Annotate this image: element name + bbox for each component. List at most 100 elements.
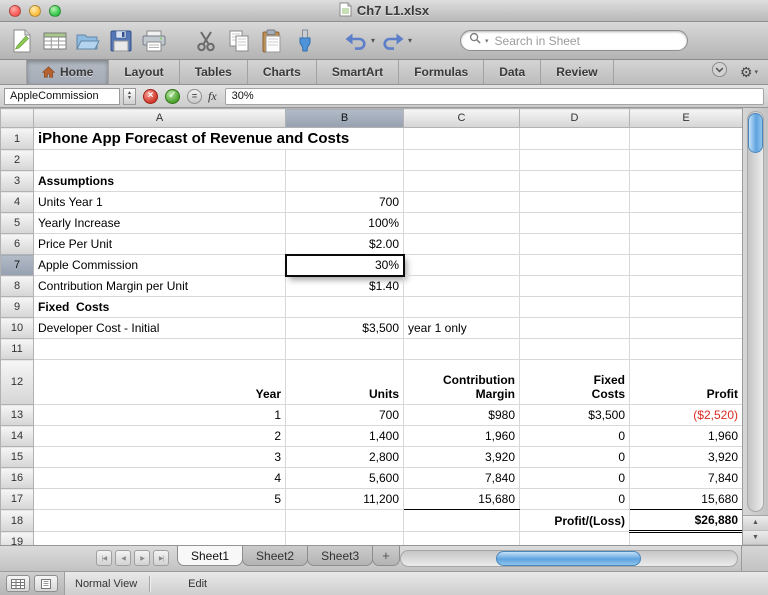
cell-B4[interactable]: 700 — [285, 191, 404, 213]
cell-E10[interactable] — [629, 317, 742, 339]
cell-C14[interactable]: 1,960 — [403, 425, 520, 447]
row-header-3[interactable]: 3 — [0, 170, 34, 192]
cell-D5[interactable] — [519, 212, 630, 234]
cell-D17[interactable]: 0 — [519, 488, 630, 510]
tab-data[interactable]: Data — [484, 60, 542, 84]
cell-D9[interactable] — [519, 296, 630, 318]
cell-D3[interactable] — [519, 170, 630, 192]
cell-E1[interactable] — [629, 127, 742, 150]
cell-B9[interactable] — [285, 296, 404, 318]
cell-A9[interactable]: Fixed Costs — [33, 296, 286, 318]
print-icon[interactable] — [140, 26, 168, 56]
normal-view-button[interactable] — [6, 575, 30, 592]
row-header-12[interactable]: 12 — [0, 359, 34, 405]
cell-B11[interactable] — [285, 338, 404, 360]
cell-A12[interactable]: Year — [33, 359, 286, 405]
add-sheet-button[interactable]: + — [372, 546, 400, 566]
row-header-16[interactable]: 16 — [0, 467, 34, 489]
scroll-up-icon[interactable]: ▲ — [743, 516, 768, 531]
prev-sheet-icon[interactable]: ◀ — [115, 550, 131, 566]
row-header-6[interactable]: 6 — [0, 233, 34, 255]
cell-D14[interactable]: 0 — [519, 425, 630, 447]
cell-B8[interactable]: $1.40 — [285, 275, 404, 297]
tab-layout[interactable]: Layout — [109, 60, 180, 84]
cell-A17[interactable]: 5 — [33, 488, 286, 510]
cell-E14[interactable]: 1,960 — [629, 425, 742, 447]
cell-E18[interactable]: $26,880 — [629, 509, 742, 533]
ribbon-collapse-icon[interactable] — [711, 61, 728, 83]
cell-D19[interactable] — [519, 531, 630, 545]
cell-A1[interactable]: iPhone App Forecast of Revenue and Costs — [33, 127, 349, 150]
cell-D18[interactable]: Profit/(Loss) — [519, 509, 630, 532]
select-all-corner[interactable] — [0, 108, 34, 128]
cell-B18[interactable] — [285, 509, 404, 532]
cell-C3[interactable] — [403, 170, 520, 192]
stepper-down-icon[interactable]: ▼ — [127, 96, 132, 101]
cell-B17[interactable]: 11,200 — [285, 488, 404, 510]
insert-function-icon[interactable]: = — [187, 88, 202, 104]
cell-A4[interactable]: Units Year 1 — [33, 191, 286, 213]
redo-dropdown-icon[interactable]: ▾ — [408, 36, 412, 45]
cell-C5[interactable] — [403, 212, 520, 234]
cell-B12[interactable]: Units — [285, 359, 404, 405]
tab-tables[interactable]: Tables — [180, 60, 248, 84]
cell-A13[interactable]: 1 — [33, 404, 286, 426]
tab-formulas[interactable]: Formulas — [399, 60, 485, 84]
row-header-5[interactable]: 5 — [0, 212, 34, 234]
tab-charts[interactable]: Charts — [248, 60, 317, 84]
cell-A6[interactable]: Price Per Unit — [33, 233, 286, 255]
minimize-button[interactable] — [29, 5, 41, 17]
col-header-C[interactable]: C — [403, 108, 520, 128]
sheet-tab-sheet3[interactable]: Sheet3 — [307, 546, 374, 566]
cell-D11[interactable] — [519, 338, 630, 360]
cell-D2[interactable] — [519, 149, 630, 171]
cell-B19[interactable] — [285, 531, 404, 545]
cell-D10[interactable] — [519, 317, 630, 339]
sheet-tab-sheet2[interactable]: Sheet2 — [242, 546, 309, 566]
cell-B2[interactable] — [285, 149, 404, 171]
accept-icon[interactable]: ✓ — [165, 88, 180, 104]
cell-C7[interactable] — [403, 254, 520, 276]
col-header-D[interactable]: D — [519, 108, 630, 128]
cell-C16[interactable]: 7,840 — [403, 467, 520, 489]
cut-icon[interactable] — [192, 26, 220, 56]
row-header-9[interactable]: 9 — [0, 296, 34, 318]
col-header-B[interactable]: B — [285, 108, 404, 128]
name-box-stepper[interactable]: ▲ ▼ — [123, 87, 136, 105]
scroll-down-icon[interactable]: ▼ — [743, 530, 768, 545]
cell-C4[interactable] — [403, 191, 520, 213]
cell-D8[interactable] — [519, 275, 630, 297]
row-header-1[interactable]: 1 — [0, 127, 34, 150]
next-sheet-icon[interactable]: ▶ — [134, 550, 150, 566]
undo-icon[interactable]: ▾ — [343, 26, 375, 56]
cell-A16[interactable]: 4 — [33, 467, 286, 489]
cell-A18[interactable] — [33, 509, 286, 532]
formula-input[interactable]: 30% — [224, 87, 764, 105]
cell-A7[interactable]: Apple Commission — [33, 254, 286, 276]
cell-A14[interactable]: 2 — [33, 425, 286, 447]
cell-A15[interactable]: 3 — [33, 446, 286, 468]
cell-E6[interactable] — [629, 233, 742, 255]
name-box[interactable]: AppleCommission — [4, 87, 120, 105]
tab-home[interactable]: Home — [26, 60, 110, 84]
zoom-button[interactable] — [49, 5, 61, 17]
row-header-11[interactable]: 11 — [0, 338, 34, 360]
cell-E19[interactable] — [629, 531, 742, 545]
row-header-4[interactable]: 4 — [0, 191, 34, 213]
cell-D15[interactable]: 0 — [519, 446, 630, 468]
row-header-15[interactable]: 15 — [0, 446, 34, 468]
row-header-2[interactable]: 2 — [0, 149, 34, 171]
cell-B10[interactable]: $3,500 — [285, 317, 404, 339]
cell-B14[interactable]: 1,400 — [285, 425, 404, 447]
cell-B6[interactable]: $2.00 — [285, 233, 404, 255]
first-sheet-icon[interactable]: |◀ — [96, 550, 112, 566]
row-header-10[interactable]: 10 — [0, 317, 34, 339]
gear-icon[interactable]: ⚙ ▾ — [740, 64, 758, 81]
cell-B15[interactable]: 2,800 — [285, 446, 404, 468]
row-header-7[interactable]: 7 — [0, 254, 34, 276]
horizontal-scrollbar[interactable] — [400, 550, 738, 567]
cell-A3[interactable]: Assumptions — [33, 170, 286, 192]
cell-B5[interactable]: 100% — [285, 212, 404, 234]
paste-icon[interactable] — [258, 26, 286, 56]
cell-C6[interactable] — [403, 233, 520, 255]
